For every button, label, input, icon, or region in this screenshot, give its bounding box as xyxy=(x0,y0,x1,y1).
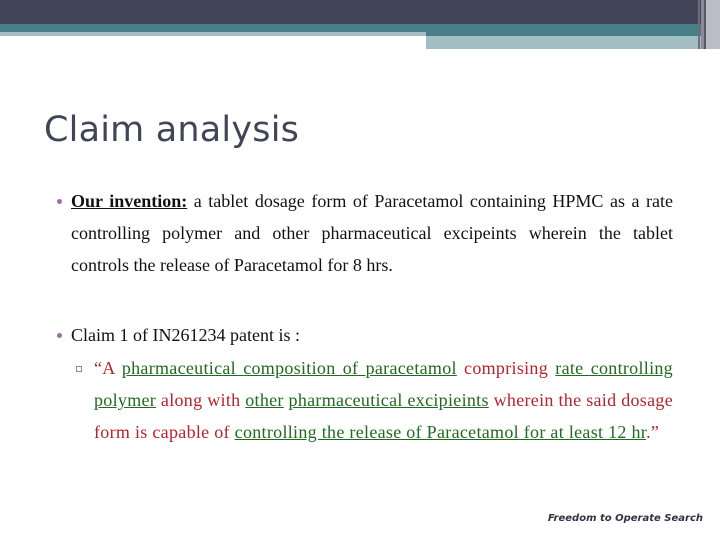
claim-segment-red: .” xyxy=(646,422,660,442)
claim-segment-green: paracetamol xyxy=(365,358,457,378)
header-band-dark xyxy=(0,0,720,24)
header-band-light-right xyxy=(426,36,712,49)
claim-segment-green: composition xyxy=(243,358,343,378)
claim-segment-green: controlling the release of Paracetamol f… xyxy=(234,422,647,442)
claim-segment-green: polymer xyxy=(94,390,157,410)
stripe xyxy=(706,0,720,49)
claim-segment-green: pharmaceutical xyxy=(121,358,244,378)
bullet-dot xyxy=(57,333,62,338)
claim-segment-green: pharmaceutical xyxy=(288,390,408,410)
slide-title: Claim analysis xyxy=(44,110,300,150)
invention-paragraph: Our invention: a tablet dosage form of P… xyxy=(71,185,673,281)
claim-segment-green: other xyxy=(245,390,284,410)
stripe xyxy=(698,0,700,49)
header-band-light-left xyxy=(0,32,426,36)
claim-heading: Claim 1 of IN261234 patent is : xyxy=(71,325,300,345)
claim-segment-green: excipieints xyxy=(407,390,489,410)
claim-segment-green: rate controlling xyxy=(555,358,673,378)
claim-segment-red: “A xyxy=(94,358,122,378)
header-stripes xyxy=(698,0,720,49)
bullet-dot xyxy=(57,199,62,204)
claim-segment-red: comprising xyxy=(456,358,556,378)
claim-text: “A pharmaceutical composition of paracet… xyxy=(94,352,673,448)
footer-label: Freedom to Operate Search xyxy=(547,513,703,524)
claim-segment-green: of xyxy=(342,358,366,378)
invention-label: Our invention: xyxy=(71,191,188,211)
sub-bullet-square xyxy=(76,366,82,372)
claim-segment-red: along with xyxy=(156,390,246,410)
